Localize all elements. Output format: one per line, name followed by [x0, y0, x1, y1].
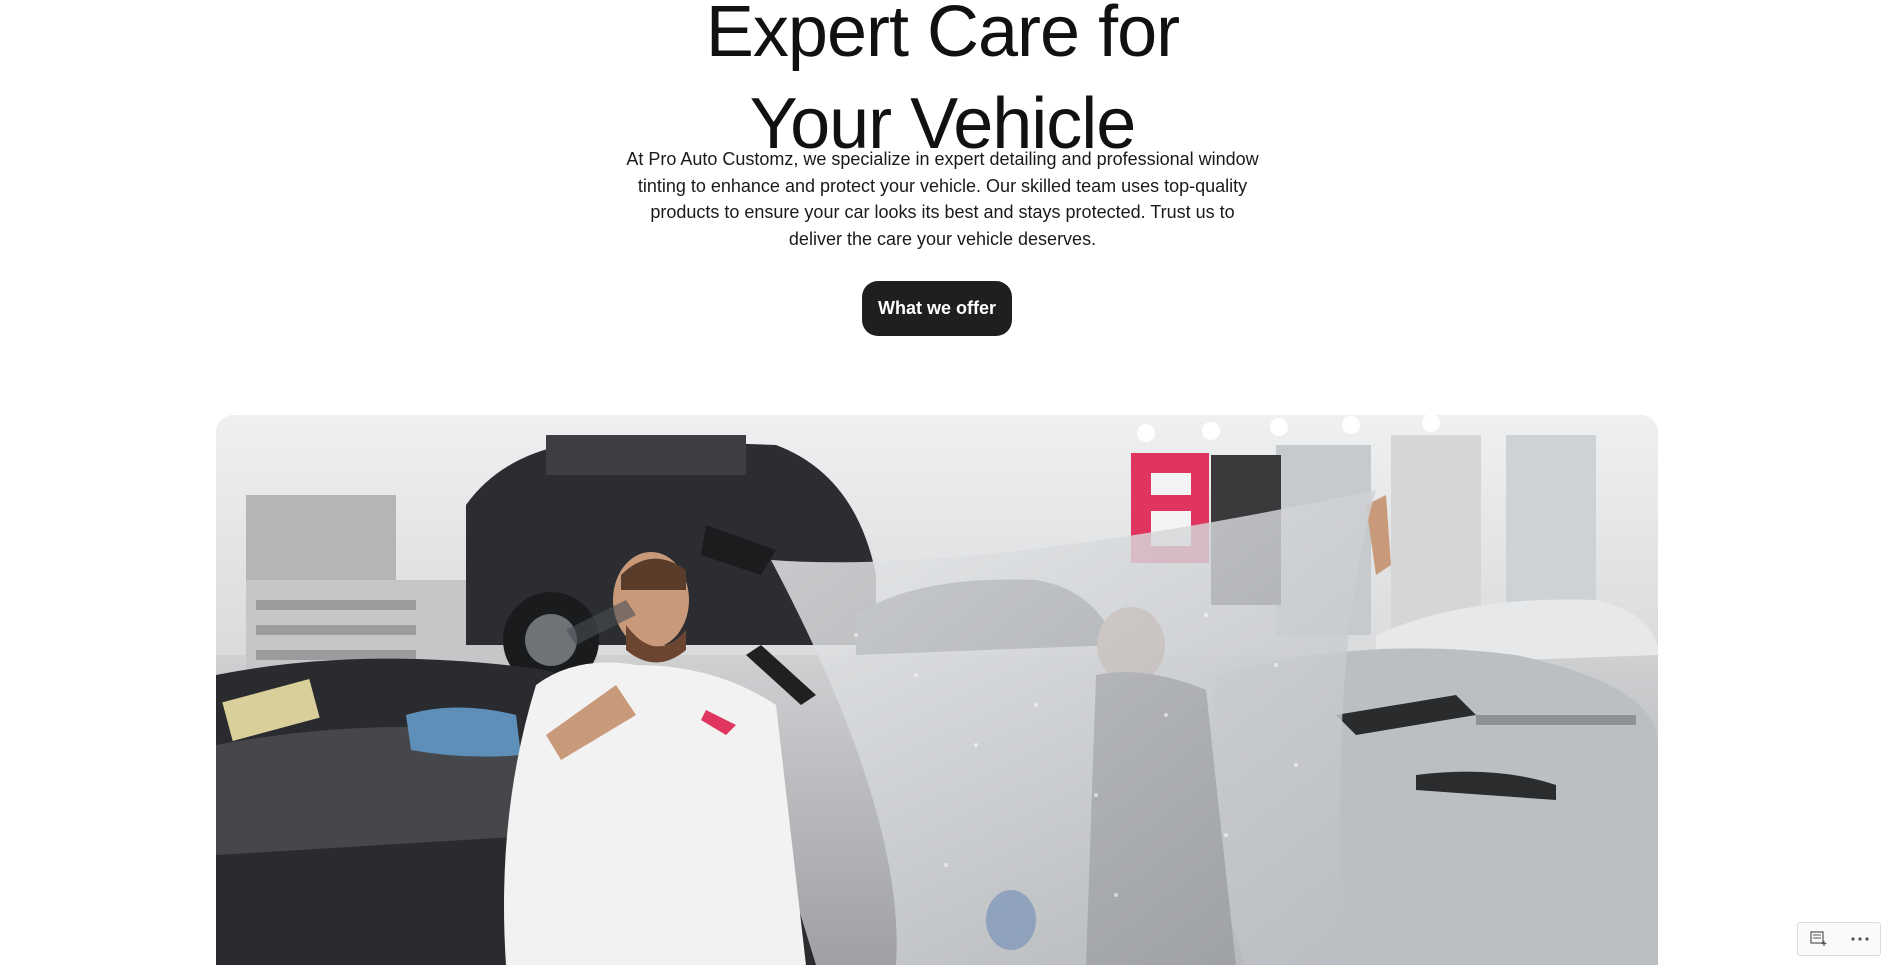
page: Expert Care for Your Vehicle At Pro Auto…	[0, 0, 1885, 965]
hero-title: Expert Care for Your Vehicle	[0, 0, 1885, 170]
hero-title-line-1: Expert Care for	[705, 0, 1180, 72]
more-options-icon[interactable]	[1844, 926, 1876, 952]
what-we-offer-button[interactable]: What we offer	[862, 281, 1012, 336]
notes-add-icon[interactable]	[1803, 926, 1835, 952]
hero-description: At Pro Auto Customz, we specialize in ex…	[626, 149, 1259, 249]
corner-toolbar	[1797, 922, 1881, 956]
hero-image	[216, 415, 1658, 965]
garage-photo-illustration	[216, 415, 1658, 965]
